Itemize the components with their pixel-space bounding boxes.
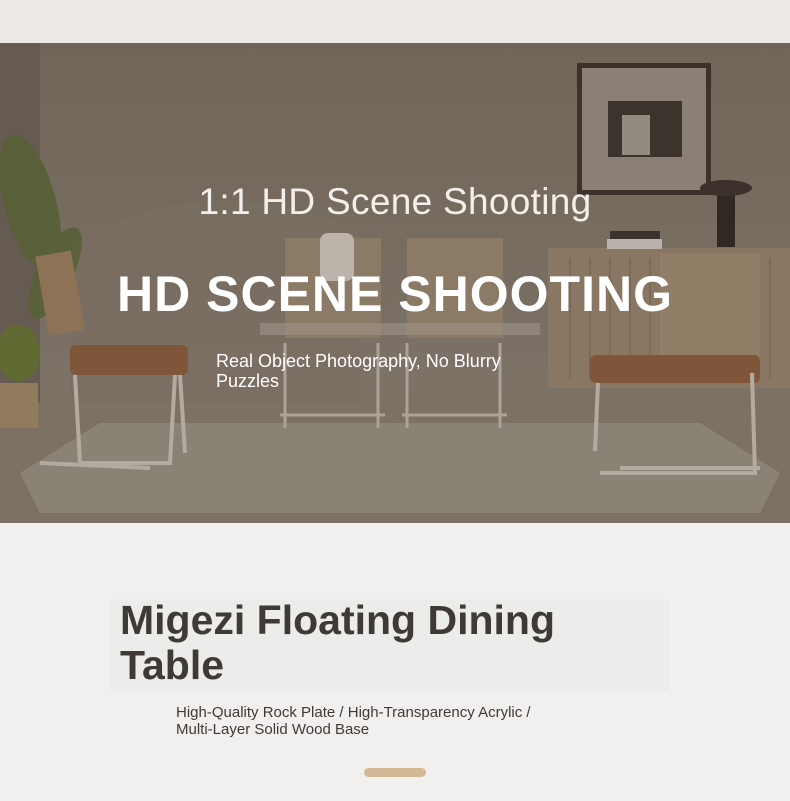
product-features: High-Quality Rock Plate / High-Transpare… (176, 704, 531, 738)
hero-title: HD SCENE SHOOTING (117, 266, 673, 322)
hero-banner: 1:1 HD Scene Shooting HD SCENE SHOOTING … (0, 43, 790, 523)
top-strip (0, 0, 790, 43)
product-title: Migezi Floating Dining Table (120, 597, 556, 688)
accent-bar (364, 768, 426, 777)
hero-caption: Real Object Photography, No Blurry Puzzl… (216, 351, 501, 391)
hero-subtitle: 1:1 HD Scene Shooting (198, 181, 592, 222)
